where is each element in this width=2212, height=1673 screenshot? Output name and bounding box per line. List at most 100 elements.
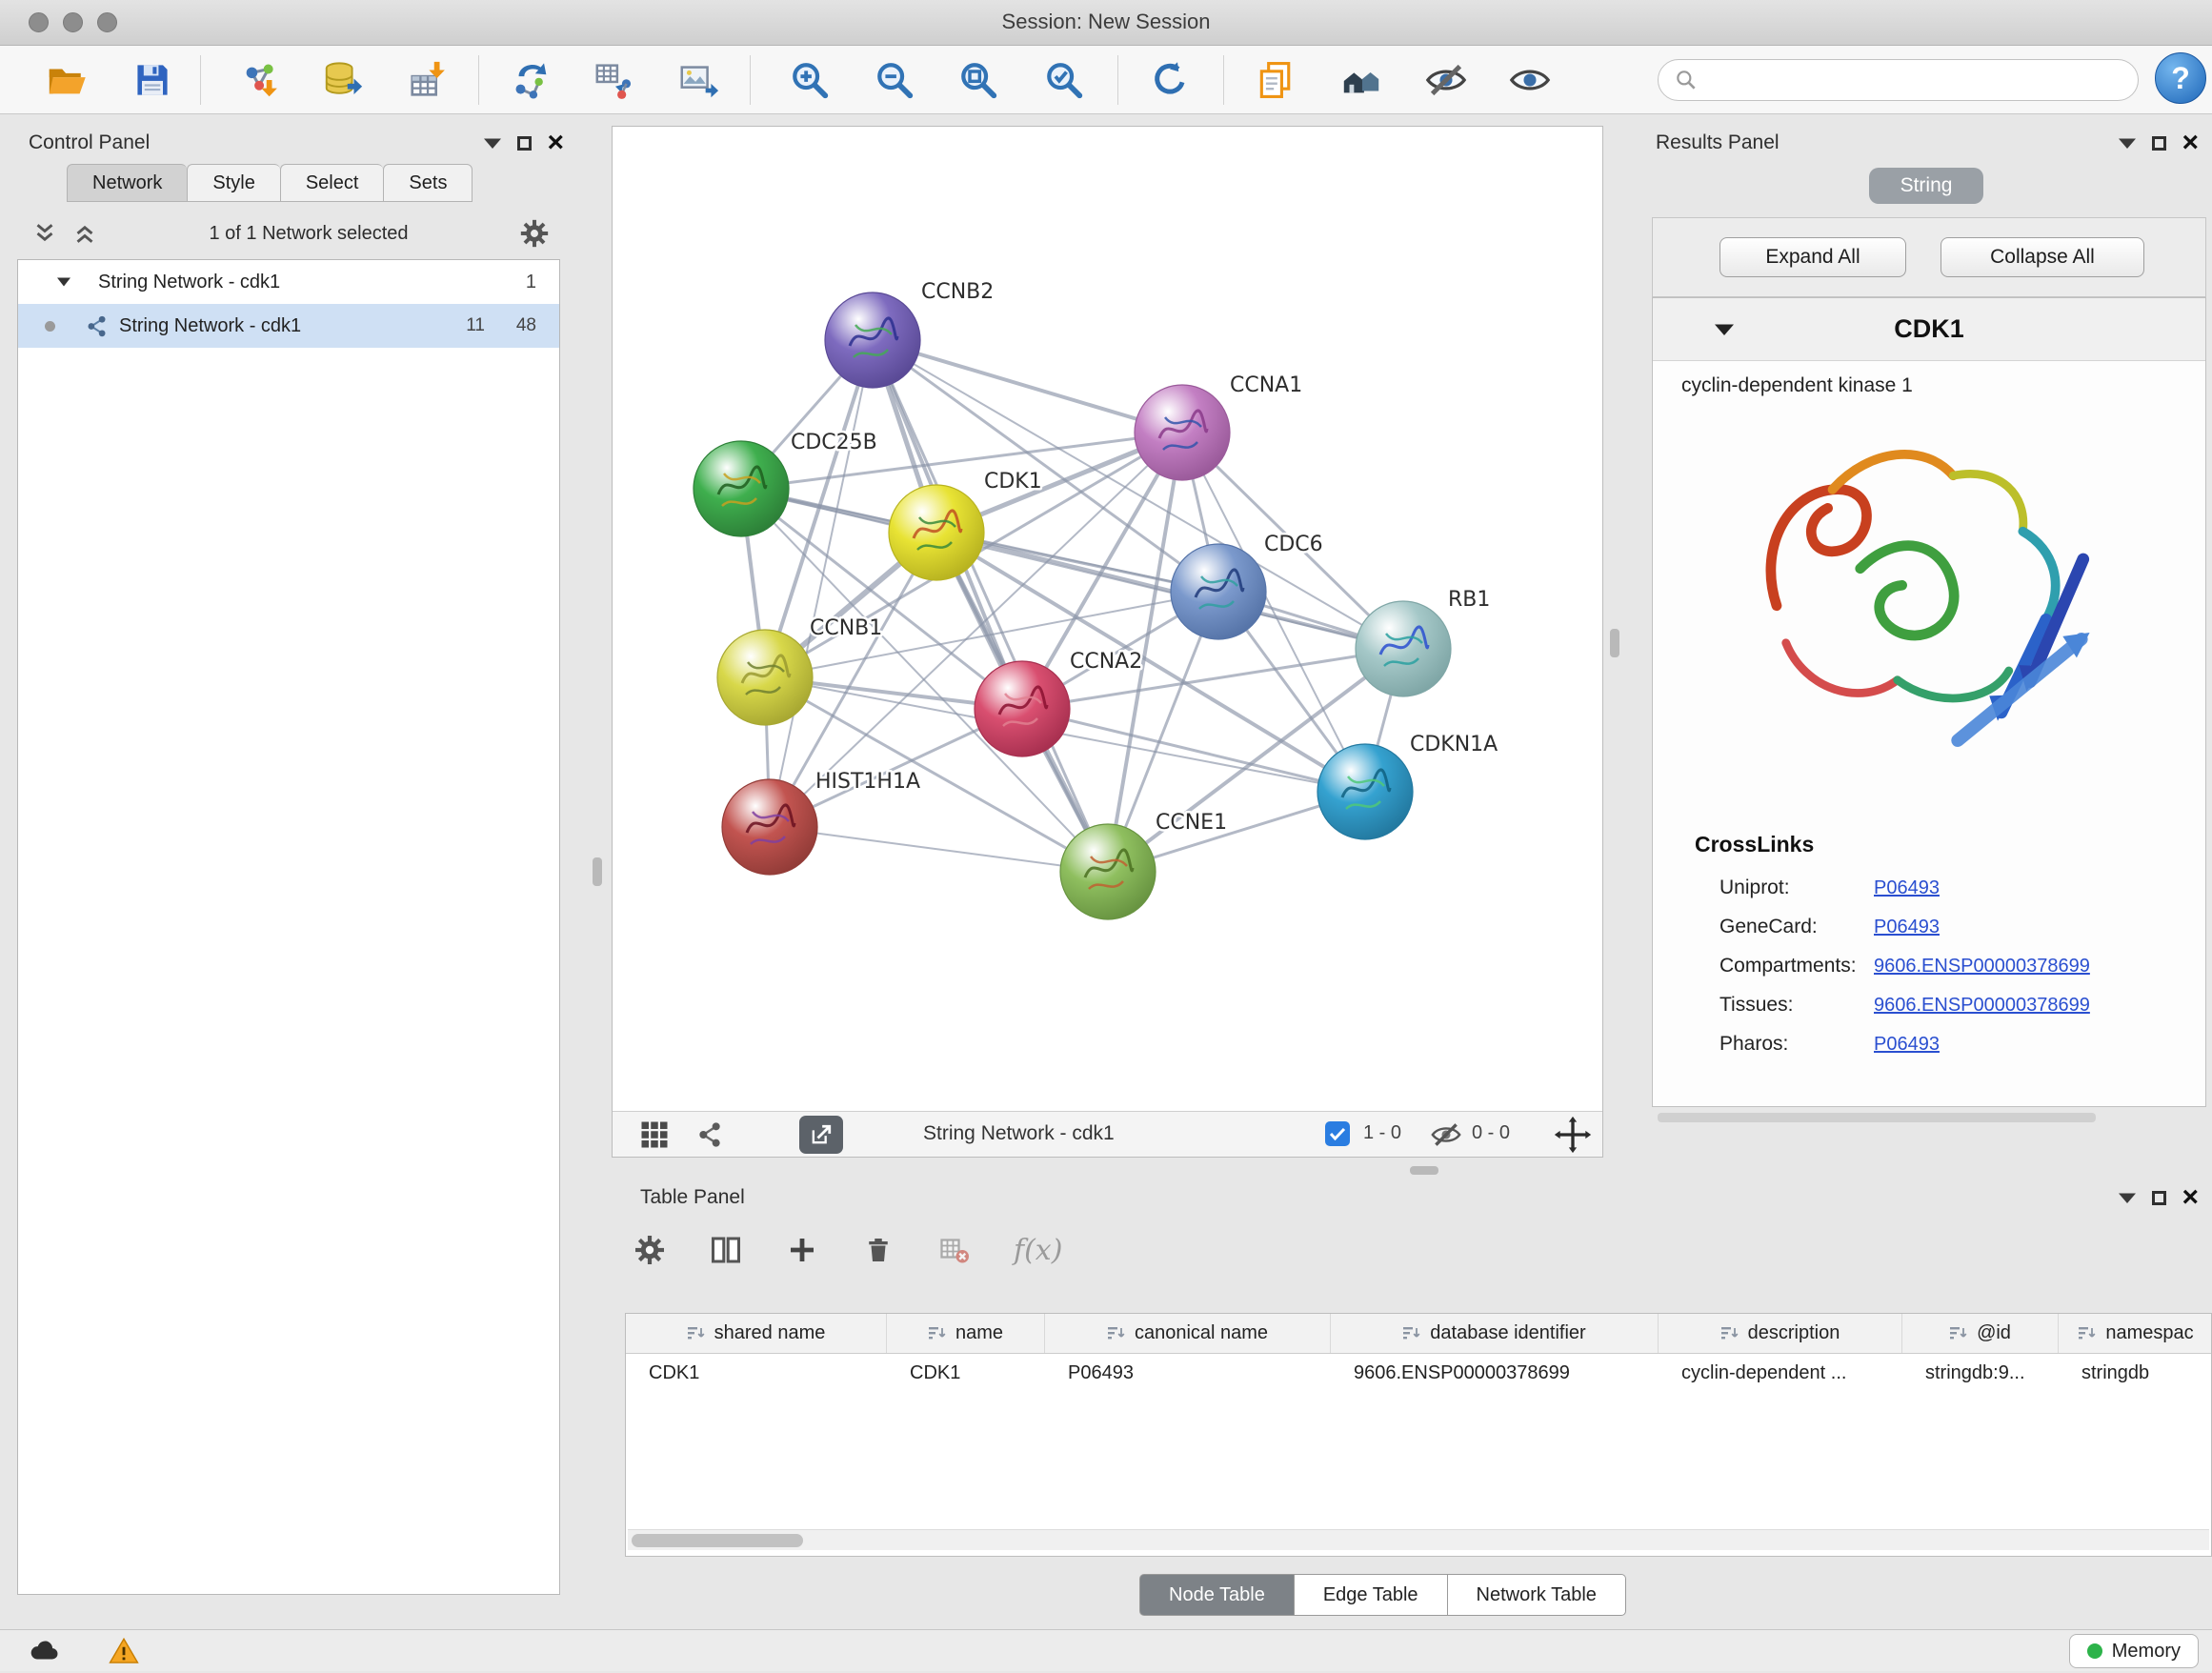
copy-document-button[interactable] xyxy=(1249,53,1302,107)
network-node-CDC25B[interactable] xyxy=(694,441,789,536)
tab-edge-table[interactable]: Edge Table xyxy=(1295,1574,1448,1616)
panel-float-icon[interactable] xyxy=(2152,136,2166,151)
hidden-toggle-button[interactable] xyxy=(1430,1119,1462,1157)
delete-column-button[interactable] xyxy=(854,1225,903,1275)
results-scrollbar[interactable] xyxy=(1658,1113,2096,1122)
collapse-all-chevron-icon[interactable] xyxy=(30,219,59,248)
splitter-handle[interactable] xyxy=(1610,629,1619,657)
network-share-button[interactable] xyxy=(694,1119,725,1156)
save-session-button[interactable] xyxy=(126,53,179,107)
expand-all-chevron-icon[interactable] xyxy=(70,219,99,248)
gear-icon[interactable] xyxy=(518,217,551,250)
delete-table-button[interactable] xyxy=(930,1225,979,1275)
table-cell[interactable]: stringdb:9... xyxy=(1902,1354,2059,1392)
cloud-button[interactable] xyxy=(27,1635,61,1673)
crosslink-tissues-link[interactable]: 9606.ENSP00000378699 xyxy=(1874,995,2181,1017)
network-node-CDC6[interactable] xyxy=(1171,544,1266,639)
expand-all-button[interactable]: Expand All xyxy=(1719,237,1906,277)
refresh-button[interactable] xyxy=(1143,53,1196,107)
table-settings-button[interactable] xyxy=(625,1225,674,1275)
zoom-in-button[interactable] xyxy=(783,53,836,107)
table-cell[interactable]: stringdb xyxy=(2059,1354,2212,1392)
network-canvas[interactable]: CCNB2CCNA1CDC25BCDK1CDC6RB1CCNB1CCNA2CDK… xyxy=(613,127,1602,1111)
table-horizontal-scrollbar[interactable] xyxy=(628,1529,2209,1550)
tab-select[interactable]: Select xyxy=(280,164,384,202)
pan-tool-button[interactable] xyxy=(1554,1116,1592,1159)
network-node-CCNA1[interactable] xyxy=(1135,385,1230,480)
clone-network-button[interactable] xyxy=(505,53,558,107)
network-node-CCNE1[interactable] xyxy=(1060,824,1156,919)
crosslink-pharos-link[interactable]: P06493 xyxy=(1874,1034,2181,1056)
show-graphics-details-button[interactable] xyxy=(1503,53,1557,107)
hide-graphics-details-button[interactable] xyxy=(1419,53,1473,107)
panel-close-icon[interactable]: × xyxy=(2182,131,2199,155)
splitter-handle[interactable] xyxy=(1410,1166,1438,1175)
tab-network-table[interactable]: Network Table xyxy=(1448,1574,1626,1616)
column-header[interactable]: database identifier xyxy=(1331,1314,1659,1353)
table-cell[interactable]: CDK1 xyxy=(887,1354,1045,1392)
network-row[interactable]: String Network - cdk1 11 48 xyxy=(18,304,559,348)
network-edge[interactable] xyxy=(873,340,1182,433)
network-node-CCNB1[interactable] xyxy=(717,630,813,725)
network-node-CCNB2[interactable] xyxy=(825,292,920,388)
network-edge[interactable] xyxy=(770,827,1108,872)
crosslink-compartments-link[interactable]: 9606.ENSP00000378699 xyxy=(1874,956,2181,978)
column-header[interactable]: name xyxy=(887,1314,1045,1353)
tree-expand-icon[interactable] xyxy=(56,276,71,288)
panel-float-icon[interactable] xyxy=(2152,1191,2166,1205)
zoom-out-button[interactable] xyxy=(868,53,921,107)
splitter-handle[interactable] xyxy=(593,857,602,886)
search-input[interactable] xyxy=(1699,70,2118,91)
column-header[interactable]: description xyxy=(1659,1314,1902,1353)
network-edge[interactable] xyxy=(770,340,873,827)
crosslink-uniprot-link[interactable]: P06493 xyxy=(1874,877,2181,899)
import-table-button[interactable] xyxy=(402,53,455,107)
birdseye-toggle-button[interactable] xyxy=(637,1118,672,1158)
zoom-selected-button[interactable] xyxy=(1037,53,1091,107)
tab-node-table[interactable]: Node Table xyxy=(1139,1574,1295,1616)
scrollbar-thumb[interactable] xyxy=(632,1534,803,1547)
network-collection-row[interactable]: String Network - cdk1 1 xyxy=(18,260,559,304)
table-cell[interactable]: CDK1 xyxy=(626,1354,887,1392)
import-network-database-button[interactable] xyxy=(316,53,370,107)
export-image-button[interactable] xyxy=(672,53,725,107)
network-node-CDK1[interactable] xyxy=(889,485,984,580)
memory-button[interactable]: Memory xyxy=(2069,1634,2199,1668)
open-session-button[interactable] xyxy=(40,53,93,107)
network-node-HIST1H1A[interactable] xyxy=(722,779,817,875)
network-node-CDKN1A[interactable] xyxy=(1317,744,1413,839)
tab-style[interactable]: Style xyxy=(187,164,279,202)
collapse-section-icon[interactable] xyxy=(1714,323,1735,336)
panel-menu-icon[interactable] xyxy=(483,137,502,150)
column-header[interactable]: @id xyxy=(1902,1314,2059,1353)
selected-nodes-checkbox[interactable] xyxy=(1325,1121,1350,1146)
tab-network[interactable]: Network xyxy=(67,164,187,202)
panel-float-icon[interactable] xyxy=(517,136,532,151)
function-builder-button[interactable]: f(x) xyxy=(1014,1234,1062,1267)
open-in-browser-button[interactable] xyxy=(799,1116,843,1154)
column-header[interactable]: canonical name xyxy=(1045,1314,1331,1353)
panel-close-icon[interactable]: × xyxy=(2182,1185,2199,1210)
help-button[interactable]: ? xyxy=(2155,52,2206,104)
warning-button[interactable] xyxy=(107,1635,141,1673)
collapse-all-button[interactable]: Collapse All xyxy=(1941,237,2144,277)
panel-menu-icon[interactable] xyxy=(2118,1192,2137,1204)
column-header[interactable]: shared name xyxy=(626,1314,887,1353)
network-node-RB1[interactable] xyxy=(1356,601,1451,696)
results-tab-string[interactable]: String xyxy=(1869,168,1983,204)
import-network-file-button[interactable] xyxy=(234,53,288,107)
show-columns-button[interactable] xyxy=(701,1225,751,1275)
table-cell[interactable]: cyclin-dependent ... xyxy=(1659,1354,1902,1392)
network-from-table-button[interactable] xyxy=(588,53,641,107)
table-row[interactable]: CDK1 CDK1 P06493 9606.ENSP00000378699 cy… xyxy=(626,1354,2211,1392)
tab-sets[interactable]: Sets xyxy=(383,164,473,202)
birdseye-navigator-button[interactable] xyxy=(1335,53,1388,107)
table-cell[interactable]: 9606.ENSP00000378699 xyxy=(1331,1354,1659,1392)
crosslink-genecard-link[interactable]: P06493 xyxy=(1874,917,2181,938)
add-column-button[interactable] xyxy=(777,1225,827,1275)
network-node-CCNA2[interactable] xyxy=(975,661,1070,756)
panel-close-icon[interactable]: × xyxy=(547,131,564,155)
panel-menu-icon[interactable] xyxy=(2118,137,2137,150)
column-header[interactable]: namespac xyxy=(2059,1314,2212,1353)
zoom-fit-button[interactable] xyxy=(952,53,1005,107)
